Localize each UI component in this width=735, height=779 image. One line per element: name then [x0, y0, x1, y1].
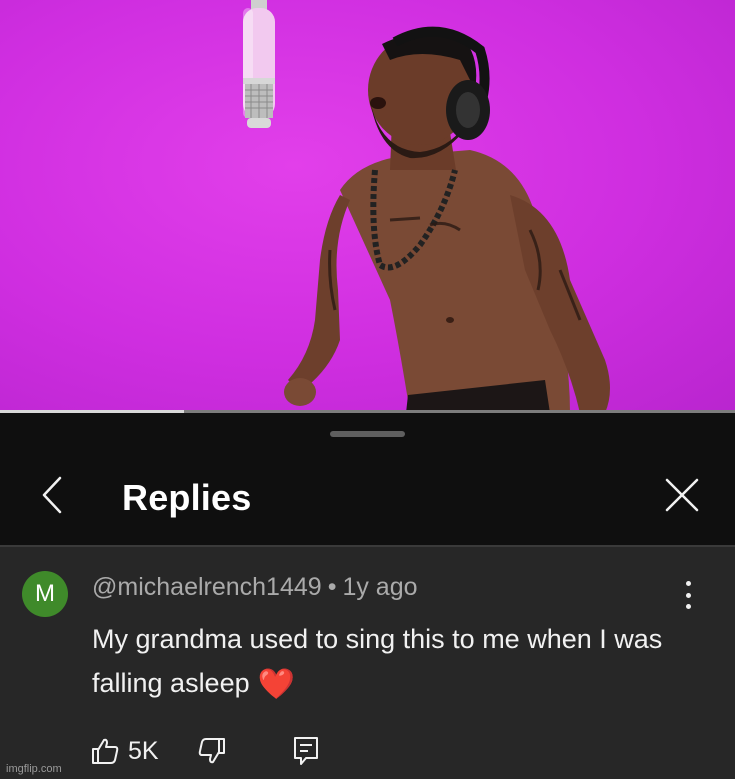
- close-icon: [665, 478, 699, 512]
- thumbs-down-icon: [198, 738, 225, 764]
- reply-button[interactable]: [288, 733, 324, 769]
- replies-header: Replies: [0, 461, 735, 545]
- comment-age: 1y ago: [342, 573, 418, 601]
- comment-icon: [294, 737, 318, 765]
- heart-emoji: ❤️: [257, 668, 295, 701]
- like-button[interactable]: 5K: [90, 733, 159, 769]
- like-count: 5K: [128, 736, 159, 765]
- drag-handle[interactable]: [330, 431, 405, 437]
- watermark: imgflip.com: [6, 763, 62, 775]
- page-title: Replies: [122, 477, 252, 518]
- comment-author[interactable]: @michaelrench1449: [92, 573, 322, 601]
- video-player[interactable]: [0, 0, 735, 413]
- comment-actions: 5K: [90, 733, 490, 769]
- comment-item: M @michaelrench1449 • 1y ago My grandma us…: [0, 547, 735, 779]
- comment-text: My grandma used to sing this to me when …: [92, 624, 663, 698]
- close-button[interactable]: [660, 473, 704, 517]
- comment-body: My grandma used to sing this to me when …: [92, 617, 702, 707]
- meta-separator: •: [327, 573, 337, 601]
- dislike-button[interactable]: [194, 733, 230, 769]
- thumbs-up-icon: [92, 738, 119, 764]
- comment-meta: @michaelrench1449 • 1y ago: [92, 573, 418, 602]
- comment-menu-button[interactable]: [676, 577, 700, 613]
- avatar[interactable]: M: [22, 571, 68, 617]
- back-button[interactable]: [32, 475, 72, 515]
- singer-image: [284, 26, 610, 413]
- replies-sheet: Replies M @michaelrench1449 • 1y ago My gr…: [0, 413, 735, 779]
- chevron-left-icon: [42, 476, 62, 514]
- more-vertical-icon: [685, 581, 691, 586]
